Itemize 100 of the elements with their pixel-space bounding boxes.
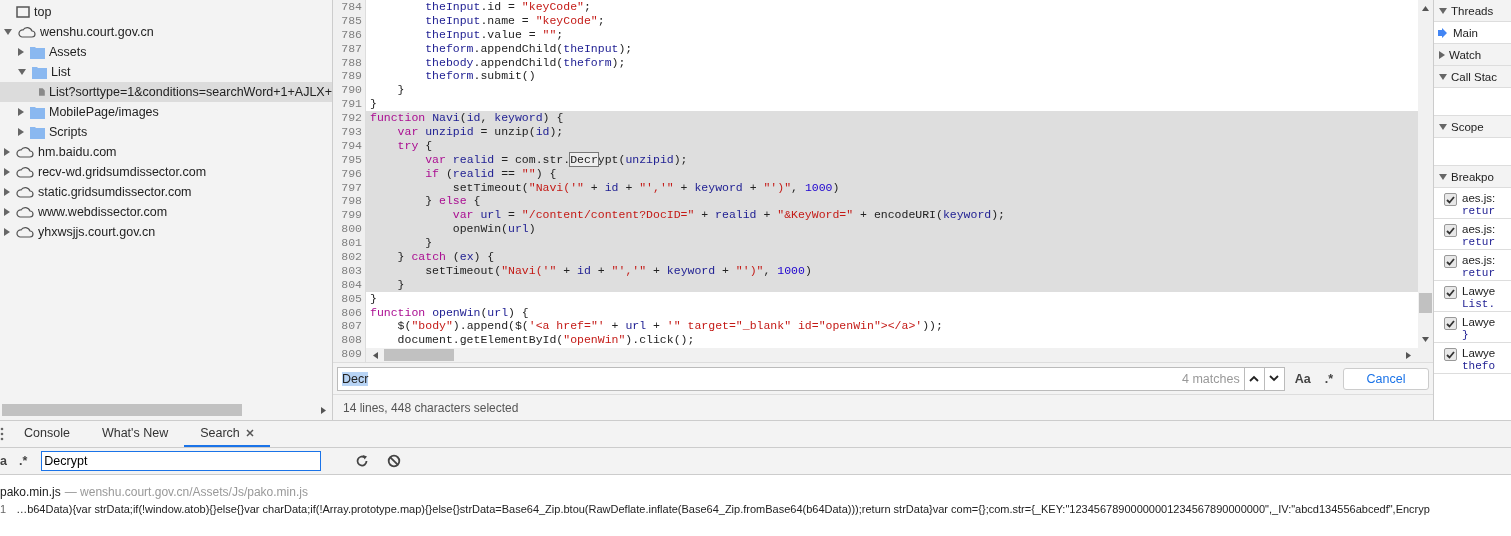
scroll-up-icon[interactable] bbox=[1421, 4, 1430, 13]
code-line: theInput.value = ""; bbox=[424, 27, 565, 42]
scroll-right-icon[interactable] bbox=[319, 405, 328, 415]
scrollbar-thumb[interactable] bbox=[384, 349, 454, 361]
line-number: 800 bbox=[340, 222, 363, 237]
drag-handle-icon[interactable] bbox=[0, 427, 4, 441]
tree-item[interactable]: List?sorttype=1&conditions=searchWord+1+AJLX+ bbox=[0, 82, 332, 102]
code-line: $("body").append($('<a href="' + url + '" target="_blank" id="openWin"></a>')); bbox=[396, 319, 944, 334]
tree-item[interactable]: recv-wd.gridsumdissector.com bbox=[0, 162, 332, 182]
checkbox[interactable] bbox=[1444, 286, 1457, 299]
line-number: 786 bbox=[340, 27, 363, 42]
line-number: 805 bbox=[340, 291, 363, 306]
section-header[interactable]: Scope bbox=[1434, 116, 1511, 138]
scrollbar-thumb[interactable] bbox=[1419, 293, 1432, 313]
refresh-icon[interactable] bbox=[355, 454, 370, 468]
section-header[interactable]: Watch bbox=[1434, 44, 1511, 66]
checkbox[interactable] bbox=[1444, 224, 1457, 237]
tree-item[interactable]: hm.baidu.com bbox=[0, 142, 332, 162]
line-number: 793 bbox=[340, 125, 363, 139]
clear-icon[interactable] bbox=[387, 454, 402, 468]
chevron-down-icon bbox=[1269, 375, 1280, 382]
section-header[interactable]: Threads bbox=[1434, 0, 1511, 22]
tree-item[interactable]: Assets bbox=[0, 42, 332, 62]
cancel-button[interactable]: Cancel bbox=[1343, 367, 1429, 390]
tree-item[interactable]: Scripts bbox=[0, 122, 332, 142]
search-field[interactable]: Decrypt bbox=[41, 451, 322, 471]
collapsed-triangle-icon[interactable] bbox=[4, 188, 10, 196]
current-thread-arrow-icon bbox=[1438, 27, 1447, 38]
collapsed-triangle-icon[interactable] bbox=[4, 228, 10, 236]
match-case-button[interactable]: a bbox=[0, 454, 7, 468]
line-number: 789 bbox=[340, 69, 363, 84]
breakpoint-file[interactable]: Lawye bbox=[1462, 347, 1496, 360]
scrollbar-thumb[interactable] bbox=[2, 404, 242, 416]
scroll-right-icon[interactable] bbox=[1404, 350, 1413, 360]
result-line-number: 1 bbox=[0, 502, 7, 515]
drawer-tab[interactable]: What's New bbox=[85, 421, 185, 447]
collapsed-triangle-icon[interactable] bbox=[18, 128, 24, 136]
checkbox[interactable] bbox=[1444, 317, 1457, 330]
line-number: 798 bbox=[340, 194, 363, 209]
breakpoint-file[interactable]: aes.js: bbox=[1462, 254, 1496, 267]
collapsed-triangle-icon[interactable] bbox=[18, 48, 24, 56]
code-line: theform.submit() bbox=[424, 69, 537, 84]
tree-item[interactable]: static.gridsumdissector.com bbox=[0, 182, 332, 202]
line-number: 804 bbox=[340, 277, 363, 292]
cloud-icon bbox=[16, 186, 34, 198]
tree-item[interactable]: wenshu.court.gov.cn bbox=[0, 22, 332, 42]
tree-item[interactable]: MobilePage/images bbox=[0, 102, 332, 122]
expanded-triangle-icon[interactable] bbox=[4, 29, 12, 35]
close-icon[interactable] bbox=[245, 429, 254, 437]
breakpoint-code: retur bbox=[1462, 236, 1496, 249]
code-line: } bbox=[369, 291, 378, 306]
breakpoint-file[interactable]: Lawye bbox=[1462, 285, 1496, 298]
cloud-icon bbox=[16, 146, 34, 158]
breakpoint-code: retur bbox=[1462, 205, 1496, 218]
collapsed-triangle-icon[interactable] bbox=[4, 148, 10, 156]
match-case-button[interactable]: Aa bbox=[1290, 371, 1315, 386]
breakpoint-file[interactable]: Lawye bbox=[1462, 316, 1496, 329]
chevron-up-icon bbox=[1249, 375, 1260, 382]
collapsed-triangle-icon[interactable] bbox=[18, 108, 24, 116]
scroll-left-icon[interactable] bbox=[371, 350, 380, 360]
find-field[interactable]: Decr 4 matches bbox=[337, 366, 1285, 391]
line-number: 803 bbox=[340, 263, 363, 278]
line-number: 792 bbox=[340, 111, 363, 125]
thread-name[interactable]: Main bbox=[1453, 26, 1478, 39]
checkbox[interactable] bbox=[1444, 348, 1457, 361]
search-result[interactable]: …b64Data){var strData;if(!window.atob){}else{}var charData;if(!Array.prototype.map){}else{}strData=Base64_Zip.btou(RawDeflate.inflate(Base64_Zip.fromBase64(b64Data)));return strData}var com={};com.str={_KEY:"12345678900000001234567890000000",_IV:"abcd134556abcedf",Encryp bbox=[16, 502, 1430, 515]
checkbox[interactable] bbox=[1444, 193, 1457, 206]
breakpoint-code: List. bbox=[1462, 298, 1496, 311]
tree-item[interactable]: www.webdissector.com bbox=[0, 202, 332, 222]
cloud-icon bbox=[18, 26, 36, 38]
code-line: } bbox=[369, 97, 378, 112]
scroll-down-icon[interactable] bbox=[1421, 335, 1430, 344]
section-header[interactable]: Call Stac bbox=[1434, 66, 1511, 88]
drawer-tab[interactable]: Console bbox=[8, 421, 86, 447]
section-header[interactable]: Breakpo bbox=[1434, 166, 1511, 188]
code-line: theform.appendChild(theInput); bbox=[424, 41, 634, 56]
match-count: 4 matches bbox=[1182, 371, 1241, 386]
expanded-triangle-icon[interactable] bbox=[18, 69, 26, 75]
cloud-icon bbox=[16, 166, 34, 178]
file-icon bbox=[39, 85, 46, 99]
result-file-name[interactable]: pako.min.js bbox=[0, 484, 61, 499]
code-line: theInput.id = "keyCode"; bbox=[424, 0, 592, 14]
line-number: 785 bbox=[340, 13, 363, 28]
code-line: theInput.name = "keyCode"; bbox=[424, 13, 606, 28]
breakpoint-file[interactable]: aes.js: bbox=[1462, 223, 1496, 236]
line-number: 788 bbox=[340, 55, 363, 70]
line-number: 790 bbox=[340, 83, 363, 98]
regex-button[interactable]: .* bbox=[14, 454, 32, 468]
breakpoint-file[interactable]: aes.js: bbox=[1462, 192, 1496, 205]
line-number: 787 bbox=[340, 41, 363, 56]
tree-item[interactable]: List bbox=[0, 62, 332, 82]
folder-icon bbox=[30, 125, 45, 139]
line-number: 794 bbox=[340, 138, 363, 153]
cloud-icon bbox=[16, 226, 34, 238]
checkbox[interactable] bbox=[1444, 255, 1457, 268]
tree-item[interactable]: top bbox=[0, 2, 332, 22]
regex-button[interactable]: .* bbox=[1320, 371, 1337, 386]
collapsed-triangle-icon[interactable] bbox=[4, 168, 10, 176]
tree-item[interactable]: yhxwsjjs.court.gov.cn bbox=[0, 222, 332, 242]
collapsed-triangle-icon[interactable] bbox=[4, 208, 10, 216]
